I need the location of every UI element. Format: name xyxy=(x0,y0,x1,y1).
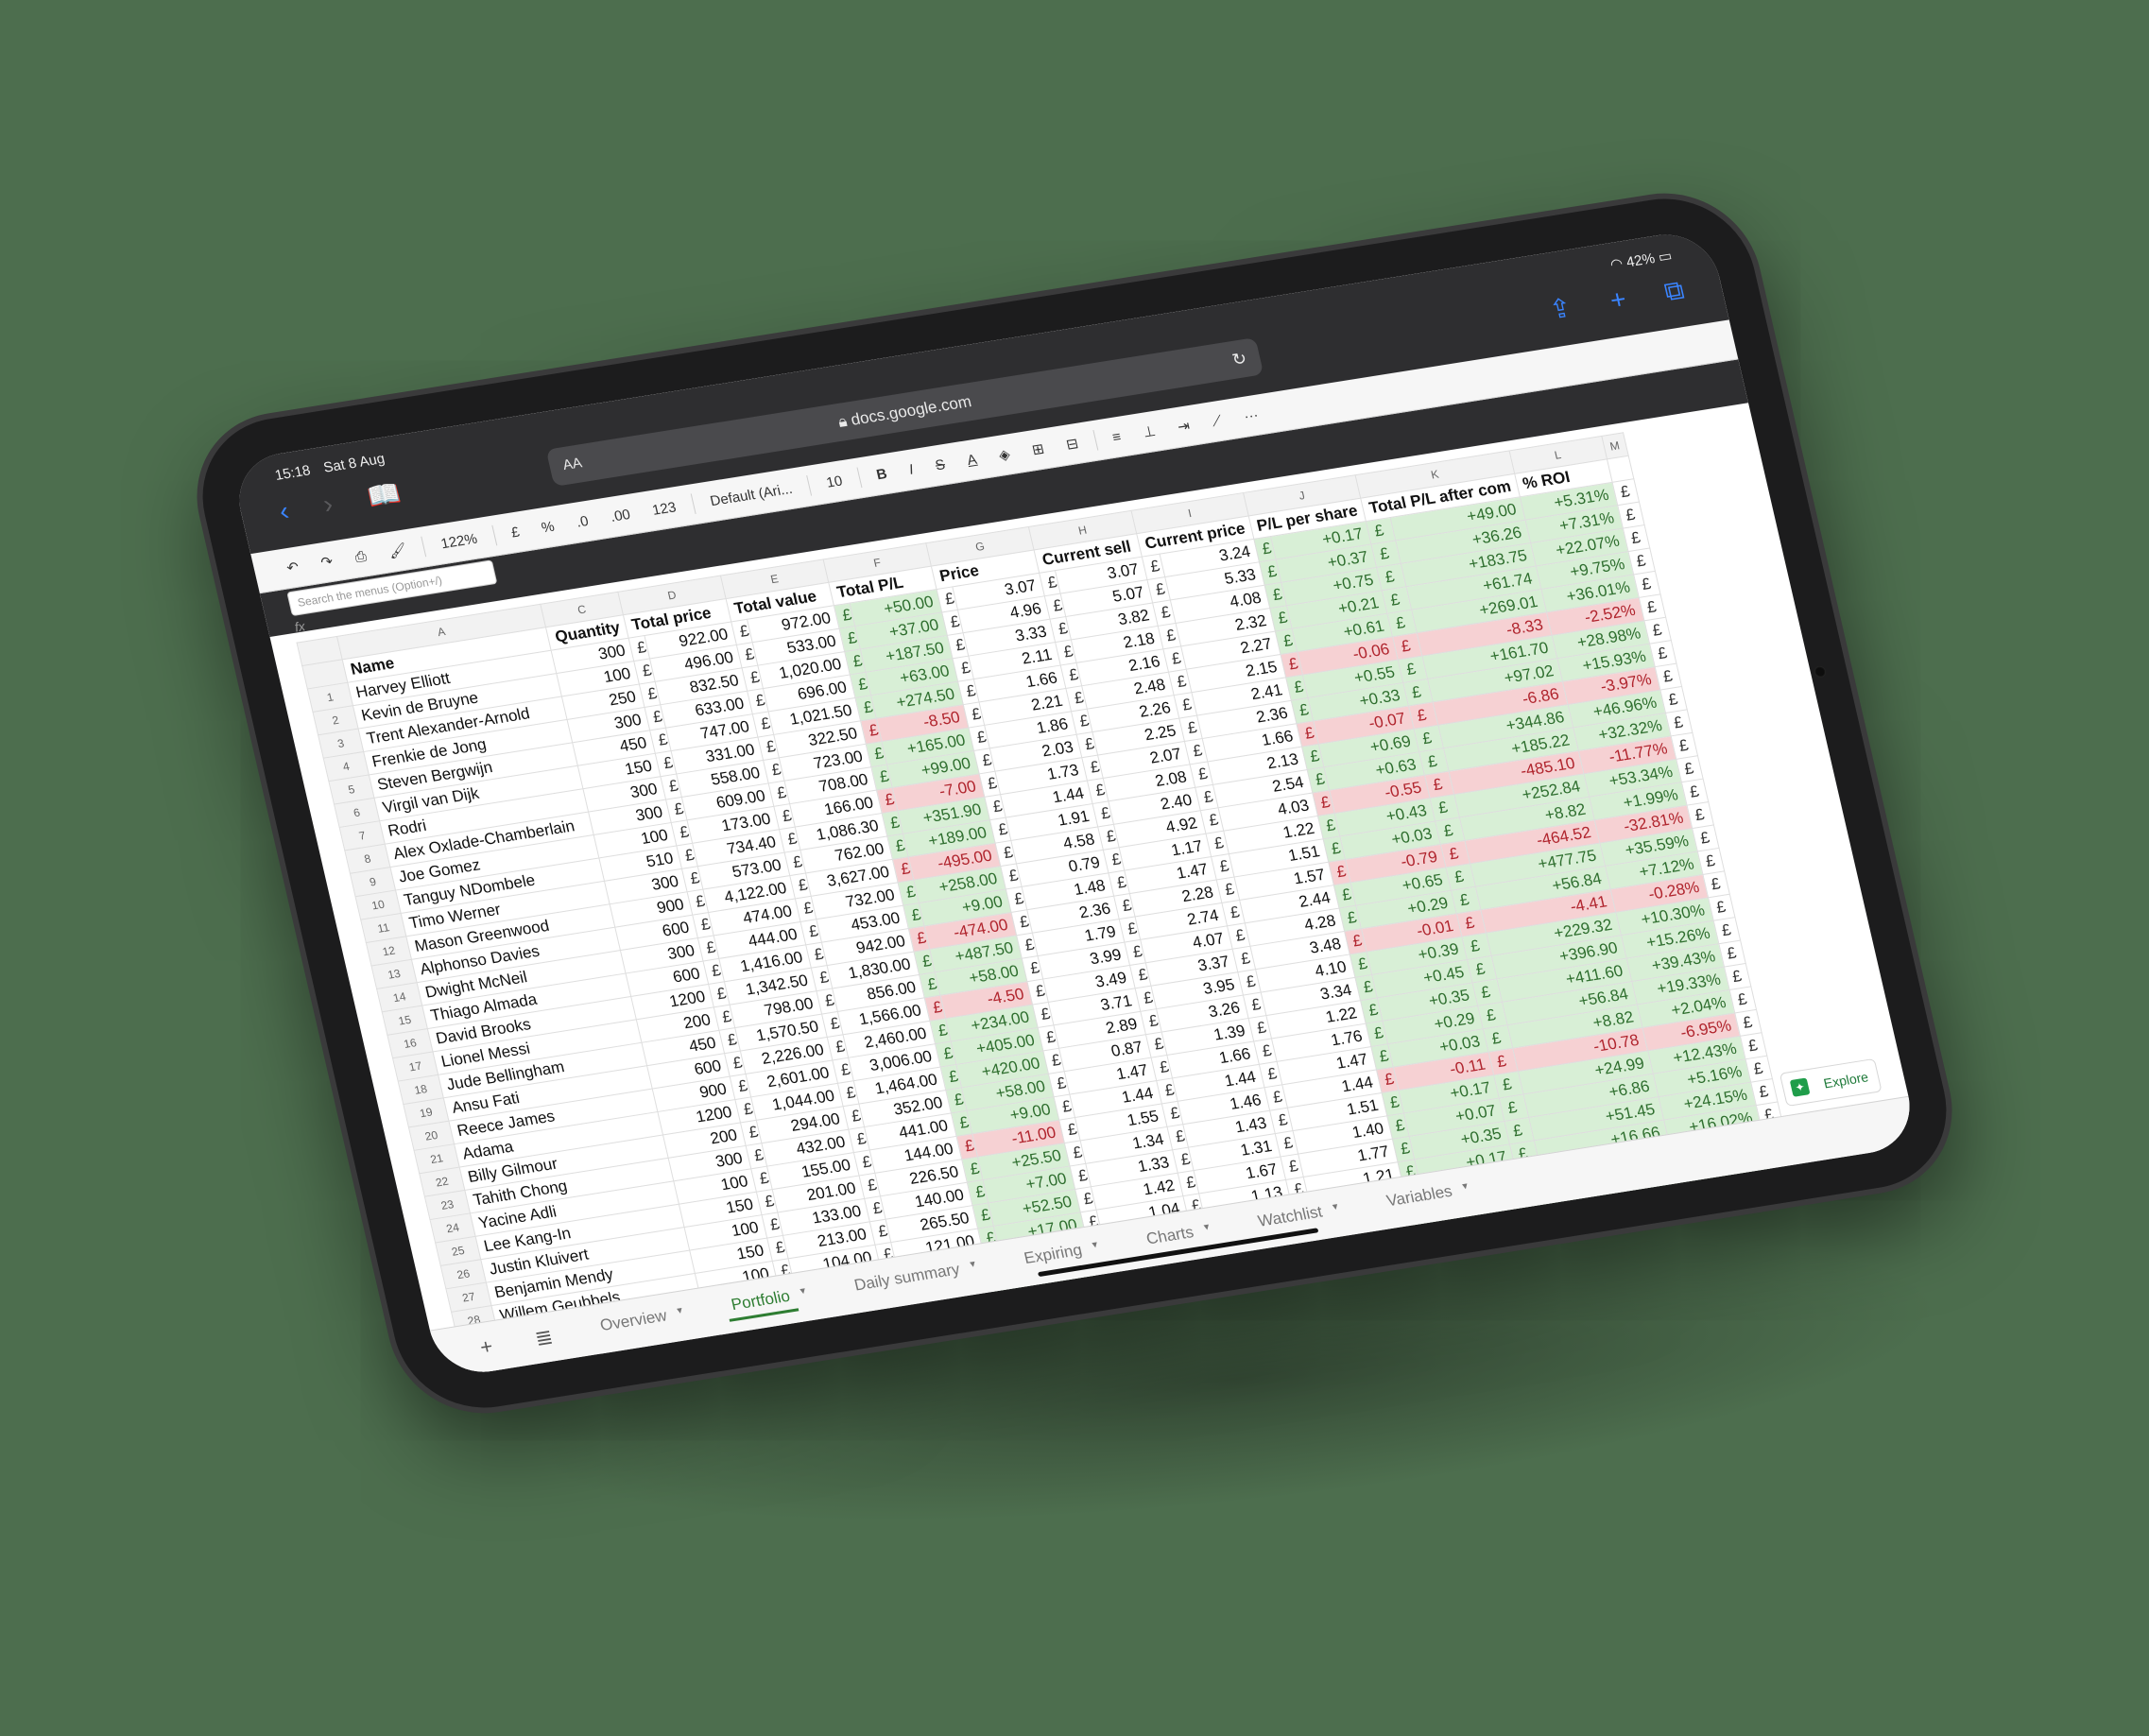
text-rotation-icon[interactable]: ⟋ xyxy=(1204,408,1229,433)
currency-symbol[interactable]: £ xyxy=(1708,894,1735,921)
decrease-decimal-button[interactable]: .0 xyxy=(568,509,595,534)
align-vertical-icon[interactable]: ⊥ xyxy=(1135,419,1163,444)
url-text: docs.google.com xyxy=(849,392,973,429)
share-icon[interactable]: ⇪ xyxy=(1546,293,1574,325)
currency-symbol[interactable]: £ xyxy=(1676,755,1703,782)
tab-dropdown-icon[interactable]: ▾ xyxy=(1091,1238,1102,1263)
currency-symbol[interactable]: £ xyxy=(1654,663,1682,691)
currency-symbol[interactable]: £ xyxy=(1665,709,1693,736)
strikethrough-button[interactable]: S xyxy=(927,453,953,477)
divider xyxy=(806,474,813,496)
font-select[interactable]: Default (Ari... xyxy=(702,476,799,512)
status-battery: ◠ 42% ▭ xyxy=(1608,247,1674,273)
bold-button[interactable]: B xyxy=(868,462,895,487)
column-header[interactable]: M xyxy=(1601,432,1628,459)
text-wrap-icon[interactable]: ⇥ xyxy=(1170,413,1198,438)
currency-symbol[interactable]: £ xyxy=(1681,779,1709,806)
explore-icon: ✦ xyxy=(1789,1077,1811,1097)
battery-percent: 42% xyxy=(1625,250,1657,271)
reload-icon[interactable]: ↻ xyxy=(1229,339,1251,378)
currency-symbol[interactable]: £ xyxy=(1638,593,1666,621)
currency-symbol[interactable]: £ xyxy=(1734,1009,1762,1037)
currency-symbol[interactable]: £ xyxy=(1740,1032,1767,1059)
font-size-select[interactable]: 10 xyxy=(818,469,851,494)
all-sheets-icon[interactable]: ≣ xyxy=(533,1325,556,1351)
currency-symbol[interactable]: £ xyxy=(1627,548,1656,576)
explore-label: Explore xyxy=(1822,1069,1870,1091)
currency-symbol[interactable]: £ xyxy=(1724,963,1751,990)
empty-cell[interactable] xyxy=(1607,455,1634,483)
status-date: Sat 8 Aug xyxy=(321,450,387,476)
text-size-button[interactable]: AA xyxy=(559,445,586,485)
currency-symbol[interactable]: £ xyxy=(1611,478,1640,506)
more-options-button[interactable]: ··· xyxy=(1236,403,1266,428)
sheet-tab-variables[interactable]: Variables xyxy=(1379,1180,1461,1217)
currency-symbol[interactable]: £ xyxy=(1643,617,1671,645)
divider xyxy=(490,524,497,546)
increase-decimal-button[interactable]: .00 xyxy=(603,503,639,529)
divider xyxy=(856,467,863,489)
undo-icon[interactable]: ↶ xyxy=(279,555,307,580)
currency-symbol[interactable]: £ xyxy=(1623,524,1650,552)
divider xyxy=(421,536,427,558)
tab-dropdown-icon[interactable]: ▾ xyxy=(969,1257,980,1282)
sheet-tab-portfolio[interactable]: Portfolio xyxy=(723,1285,799,1322)
print-icon[interactable]: ⎙ xyxy=(347,544,374,569)
battery-icon: ▭ xyxy=(1657,248,1674,266)
tab-dropdown-icon[interactable]: ▾ xyxy=(799,1284,810,1310)
currency-symbol[interactable]: £ xyxy=(1649,640,1676,667)
borders-icon[interactable]: ⊞ xyxy=(1024,437,1053,462)
bookmarks-icon[interactable]: 📖 xyxy=(364,477,404,513)
currency-symbol[interactable]: £ xyxy=(1750,1078,1778,1106)
divider xyxy=(690,493,696,515)
paint-format-icon[interactable]: 🖌︎ xyxy=(381,538,415,564)
currency-symbol[interactable]: £ xyxy=(1712,917,1741,944)
forward-icon[interactable]: › xyxy=(320,489,335,520)
explore-button[interactable]: ✦ Explore xyxy=(1779,1057,1883,1108)
currency-format-button[interactable]: £ xyxy=(504,520,527,544)
add-sheet-icon[interactable]: + xyxy=(477,1334,495,1360)
fill-color-icon[interactable]: ◈ xyxy=(990,442,1018,468)
sheet-tab-overview[interactable]: Overview xyxy=(593,1305,676,1342)
redo-icon[interactable]: ↷ xyxy=(313,549,341,575)
currency-symbol[interactable]: £ xyxy=(1702,870,1729,898)
more-formats-button[interactable]: 123 xyxy=(645,495,684,522)
italic-button[interactable]: I xyxy=(902,457,921,481)
currency-symbol[interactable]: £ xyxy=(1659,686,1687,713)
currency-symbol[interactable]: £ xyxy=(1633,571,1660,598)
tab-dropdown-icon[interactable]: ▾ xyxy=(1461,1179,1472,1205)
currency-symbol[interactable]: £ xyxy=(1670,732,1698,760)
currency-symbol[interactable]: £ xyxy=(1686,801,1714,829)
currency-symbol[interactable]: £ xyxy=(1728,986,1757,1013)
sheet-tab-daily-summary[interactable]: Daily summary xyxy=(847,1259,969,1302)
tab-dropdown-icon[interactable]: ▾ xyxy=(676,1303,687,1329)
currency-symbol[interactable]: £ xyxy=(1692,825,1719,852)
status-time: 15:18 xyxy=(273,462,313,484)
currency-symbol[interactable]: £ xyxy=(1718,940,1745,968)
divider xyxy=(1092,430,1099,451)
tabs-icon[interactable]: ⧉ xyxy=(1661,275,1687,306)
back-icon[interactable]: ‹ xyxy=(276,496,291,527)
currency-symbol[interactable]: £ xyxy=(1696,848,1725,875)
tab-dropdown-icon[interactable]: ▾ xyxy=(1331,1199,1342,1225)
currency-symbol[interactable]: £ xyxy=(1617,502,1644,529)
merge-cells-icon[interactable]: ⊟ xyxy=(1058,431,1087,456)
zoom-select[interactable]: 122% xyxy=(433,526,485,555)
new-tab-icon[interactable]: + xyxy=(1607,284,1629,316)
align-horizontal-icon[interactable]: ≡ xyxy=(1105,424,1129,449)
tab-dropdown-icon[interactable]: ▾ xyxy=(1202,1220,1213,1246)
text-color-button[interactable]: A xyxy=(959,448,985,473)
currency-symbol[interactable]: £ xyxy=(1745,1056,1773,1083)
percent-format-button[interactable]: % xyxy=(534,514,562,539)
